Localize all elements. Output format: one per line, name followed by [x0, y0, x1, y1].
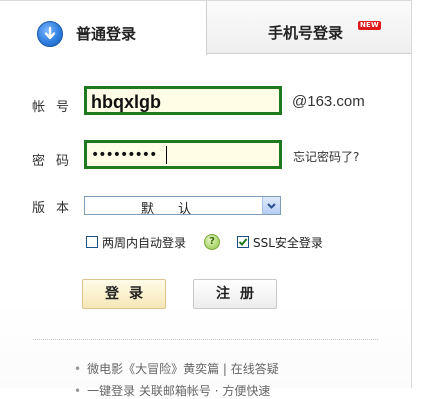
login-button[interactable]: 登录: [82, 279, 166, 309]
question-icon[interactable]: ?: [204, 234, 220, 250]
checkmark-icon: [238, 238, 248, 246]
promo-item[interactable]: • 一键登录 关联邮箱帐号 · 方便快速: [74, 382, 270, 399]
promo-text[interactable]: 微电影《大冒险》黄奕篇 | 在线答疑: [87, 362, 279, 376]
bullet: •: [74, 362, 82, 376]
register-button[interactable]: 注册: [193, 279, 277, 309]
password-input-value: •••••••••: [91, 147, 157, 163]
new-badge: NEW: [358, 21, 381, 30]
password-label: 密码: [32, 154, 81, 169]
auto-login-label[interactable]: 两周内自动登录: [102, 234, 186, 251]
arrow-down-circle-icon: [37, 21, 63, 47]
login-tabs: 普通登录 手机号登录 NEW: [0, 0, 411, 55]
tab-normal-login-label: 普通登录: [76, 25, 137, 43]
bullet: •: [74, 384, 82, 398]
chevron-down-icon[interactable]: [262, 197, 280, 214]
promo-text[interactable]: 一键登录 关联邮箱帐号 · 方便快速: [87, 384, 270, 398]
forgot-password-link[interactable]: 忘记密码了?: [293, 148, 359, 165]
version-select[interactable]: 默认: [84, 196, 281, 217]
auto-login-checkbox[interactable]: [86, 236, 98, 248]
ssl-login-label[interactable]: SSL安全登录: [253, 234, 323, 251]
tab-normal-login[interactable]: 普通登录: [0, 0, 207, 55]
password-input[interactable]: •••••••••: [84, 140, 282, 169]
account-label: 帐号: [32, 100, 81, 115]
divider: [33, 339, 378, 340]
tab-phone-login-label: 手机号登录: [268, 24, 344, 42]
ssl-login-checkbox[interactable]: [237, 236, 249, 248]
login-panel: 普通登录 手机号登录 NEW 帐号 hbqxlgb @163.com 密码 ••…: [0, 0, 412, 398]
version-label: 版本: [32, 201, 81, 216]
text-caret: [166, 146, 167, 164]
account-input[interactable]: hbqxlgb: [84, 86, 282, 115]
version-select-value: 默认: [141, 202, 216, 217]
account-input-value: hbqxlgb: [91, 92, 161, 112]
account-domain: @163.com: [292, 93, 365, 110]
promo-item[interactable]: • 微电影《大冒险》黄奕篇 | 在线答疑: [74, 360, 279, 377]
